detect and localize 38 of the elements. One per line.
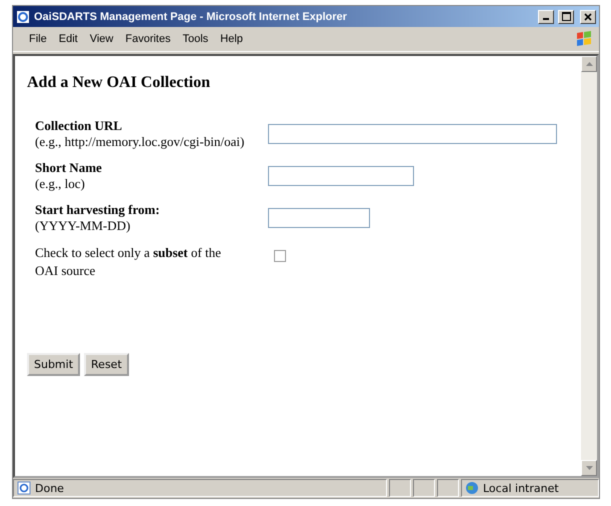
- minimize-icon: [543, 18, 549, 20]
- field-label: Collection URL: [35, 118, 124, 134]
- scroll-down-button[interactable]: [581, 460, 597, 476]
- field-hint: (YYYY-MM-DD): [35, 218, 132, 234]
- browser-icon: [16, 10, 30, 24]
- menu-item[interactable]: Favorites: [119, 33, 177, 45]
- menu-item[interactable]: Tools: [176, 33, 214, 45]
- menu-item[interactable]: Edit: [52, 33, 84, 45]
- close-button[interactable]: [580, 10, 596, 24]
- menu-item[interactable]: View: [84, 33, 120, 45]
- maximize-button[interactable]: [558, 10, 574, 24]
- window-title: OaiSDARTS Management Page - Microsoft Internet Explorer: [34, 10, 348, 22]
- up-arrow-icon: [586, 62, 592, 66]
- down-arrow-icon: [586, 466, 592, 470]
- checkbox-label: Check to select only a subset of the OAI source: [35, 244, 222, 280]
- field-label: Start harvesting from:: [35, 202, 161, 218]
- field-hint: (e.g., http://memory.loc.gov/cgi-bin/oai): [35, 134, 246, 150]
- form-button[interactable]: Reset: [84, 353, 129, 376]
- windows-flag-icon: [575, 30, 593, 48]
- maximize-icon: [562, 12, 570, 21]
- input-field[interactable]: [268, 208, 370, 228]
- page-icon: [17, 481, 31, 495]
- scroll-up-button[interactable]: [581, 56, 597, 72]
- field-hint: (e.g., loc): [35, 176, 86, 192]
- status-text: Done: [35, 482, 64, 494]
- minimize-button[interactable]: [538, 10, 554, 24]
- menu-item[interactable]: Help: [214, 33, 249, 45]
- page-heading: Add a New OAI Collection: [27, 74, 212, 92]
- form-button[interactable]: Submit: [27, 353, 80, 376]
- field-label: Short Name: [35, 160, 103, 176]
- globe-icon: [465, 481, 479, 495]
- input-field[interactable]: [268, 124, 557, 144]
- menu-item[interactable]: File: [23, 33, 53, 45]
- input-field[interactable]: [268, 166, 414, 186]
- subset-checkbox[interactable]: [274, 250, 286, 262]
- scrollbar[interactable]: [581, 56, 597, 476]
- zone-text: Local intranet: [483, 482, 559, 494]
- close-icon: [584, 12, 592, 20]
